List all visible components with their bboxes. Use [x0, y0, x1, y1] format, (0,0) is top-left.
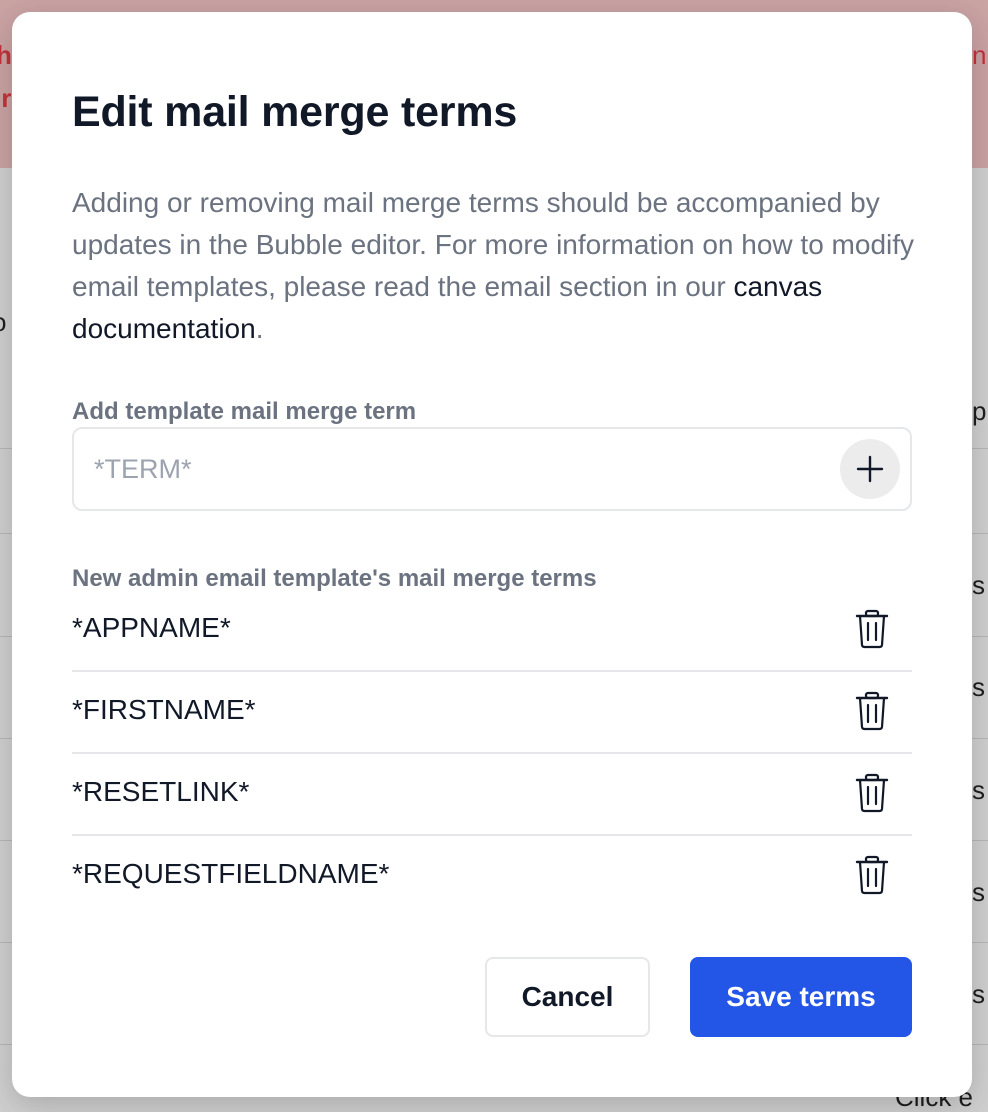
delete-term-button[interactable] — [852, 854, 892, 898]
terms-list: *APPNAME* *FIRSTNAME* *RESETLINK* *REQUE… — [72, 590, 912, 918]
background-text-fragment: s — [972, 877, 985, 907]
edit-terms-modal: Edit mail merge terms Adding or removing… — [12, 12, 972, 1097]
background-text-fragment: s — [972, 775, 985, 805]
delete-term-button[interactable] — [852, 690, 892, 734]
modal-description: Adding or removing mail merge terms shou… — [72, 182, 922, 350]
term-name: *APPNAME* — [72, 612, 231, 643]
trash-icon — [855, 773, 889, 812]
background-text-fragment: h — [0, 40, 12, 70]
background-divider — [0, 738, 12, 739]
term-row: *REQUESTFIELDNAME* — [72, 836, 912, 918]
delete-term-button[interactable] — [852, 772, 892, 816]
term-name: *REQUESTFIELDNAME* — [72, 858, 390, 889]
trash-icon — [855, 691, 889, 730]
modal-title: Edit mail merge terms — [72, 88, 518, 136]
add-term-label: Add template mail merge term — [72, 398, 417, 425]
term-row: *FIRSTNAME* — [72, 672, 912, 754]
background-divider — [972, 636, 988, 637]
terms-list-label: New admin email template's mail merge te… — [72, 565, 597, 592]
background-divider — [972, 448, 988, 449]
trash-icon — [855, 609, 889, 648]
background-text-fragment: s — [972, 570, 985, 600]
background-divider — [0, 448, 12, 449]
plus-icon — [856, 455, 884, 483]
add-term-button[interactable] — [840, 439, 900, 499]
description-text-end: . — [255, 313, 264, 344]
delete-term-button[interactable] — [852, 608, 892, 652]
add-term-field — [72, 427, 912, 511]
background-text-fragment: ir — [0, 83, 12, 113]
background-text-fragment: s — [972, 979, 985, 1009]
background-divider — [0, 1044, 12, 1045]
background-divider — [0, 840, 12, 841]
background-text-fragment: n — [972, 40, 987, 70]
background-divider — [972, 1044, 988, 1045]
save-terms-button[interactable]: Save terms — [690, 957, 912, 1037]
cancel-button[interactable]: Cancel — [485, 957, 650, 1037]
term-input[interactable] — [94, 429, 834, 509]
trash-icon — [855, 855, 889, 894]
background-divider — [972, 738, 988, 739]
background-divider — [972, 942, 988, 943]
background-divider — [0, 942, 12, 943]
term-row: *APPNAME* — [72, 590, 912, 672]
background-text-fragment: s — [972, 672, 985, 702]
background-divider — [0, 533, 12, 534]
term-name: *RESETLINK* — [72, 776, 250, 807]
background-divider — [0, 636, 12, 637]
term-name: *FIRSTNAME* — [72, 694, 256, 725]
term-row: *RESETLINK* — [72, 754, 912, 836]
background-divider — [972, 533, 988, 534]
background-divider — [972, 840, 988, 841]
background-text-fragment: p — [972, 396, 987, 426]
background-text-fragment: o — [0, 307, 6, 338]
